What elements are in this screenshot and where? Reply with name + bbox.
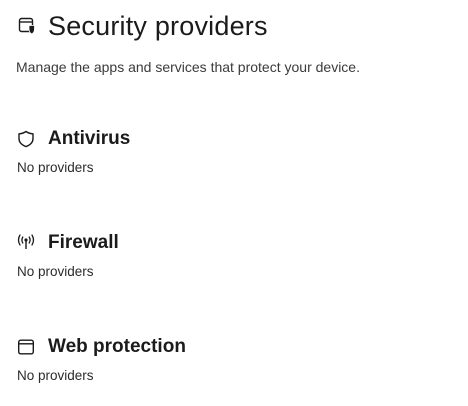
shield-icon [16, 129, 36, 149]
firewall-title: Firewall [48, 232, 119, 253]
page-subtitle: Manage the apps and services that protec… [16, 59, 360, 75]
page-header: Security providers [16, 8, 268, 44]
firewall-antenna-icon [16, 233, 36, 253]
firewall-status: No providers [17, 264, 94, 279]
antivirus-header: Antivirus [16, 125, 446, 153]
web-protection-title: Web protection [48, 336, 186, 357]
web-protection-section: Web protection No providers [16, 333, 446, 385]
security-providers-icon [16, 15, 38, 37]
firewall-header: Firewall [16, 229, 446, 257]
antivirus-title: Antivirus [48, 128, 131, 149]
page-title: Security providers [48, 11, 268, 41]
firewall-section: Firewall No providers [16, 229, 446, 281]
web-protection-status: No providers [17, 368, 94, 383]
antivirus-status: No providers [17, 160, 94, 175]
antivirus-section: Antivirus No providers [16, 125, 446, 177]
browser-window-icon [16, 337, 36, 357]
web-protection-header: Web protection [16, 333, 446, 361]
